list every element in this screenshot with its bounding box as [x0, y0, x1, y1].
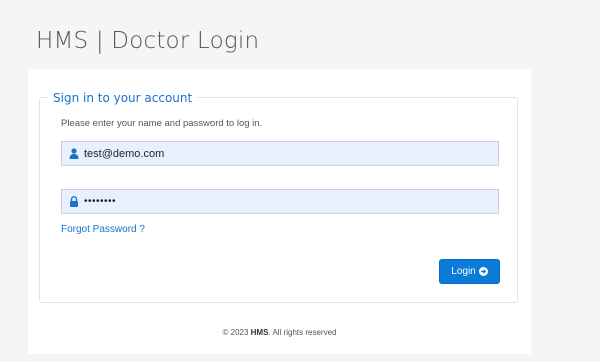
lock-icon [70, 196, 78, 207]
login-button-label: Login [451, 266, 476, 277]
password-field-wrapper[interactable] [61, 189, 499, 214]
form-legend: Sign in to your account [48, 90, 198, 106]
login-button[interactable]: Login [439, 259, 500, 284]
footer-suffix: . All rights reserved [268, 328, 337, 337]
footer-copyright: © 2023 HMS. All rights reserved [28, 328, 531, 337]
email-field-wrapper[interactable] [61, 141, 499, 166]
login-instructions: Please enter your name and password to l… [61, 118, 263, 129]
arrow-circle-right-icon [478, 267, 488, 276]
user-icon [69, 148, 79, 159]
forgot-password-link[interactable]: Forgot Password ? [61, 224, 145, 235]
footer-brand: HMS [250, 328, 269, 337]
password-input[interactable] [84, 190, 484, 213]
email-input[interactable] [84, 142, 484, 165]
login-card: Sign in to your account Please enter you… [28, 69, 531, 354]
page-title: HMS | Doctor Login [36, 28, 260, 54]
footer-prefix: © 2023 [222, 328, 251, 337]
login-fieldset: Sign in to your account Please enter you… [39, 90, 518, 303]
